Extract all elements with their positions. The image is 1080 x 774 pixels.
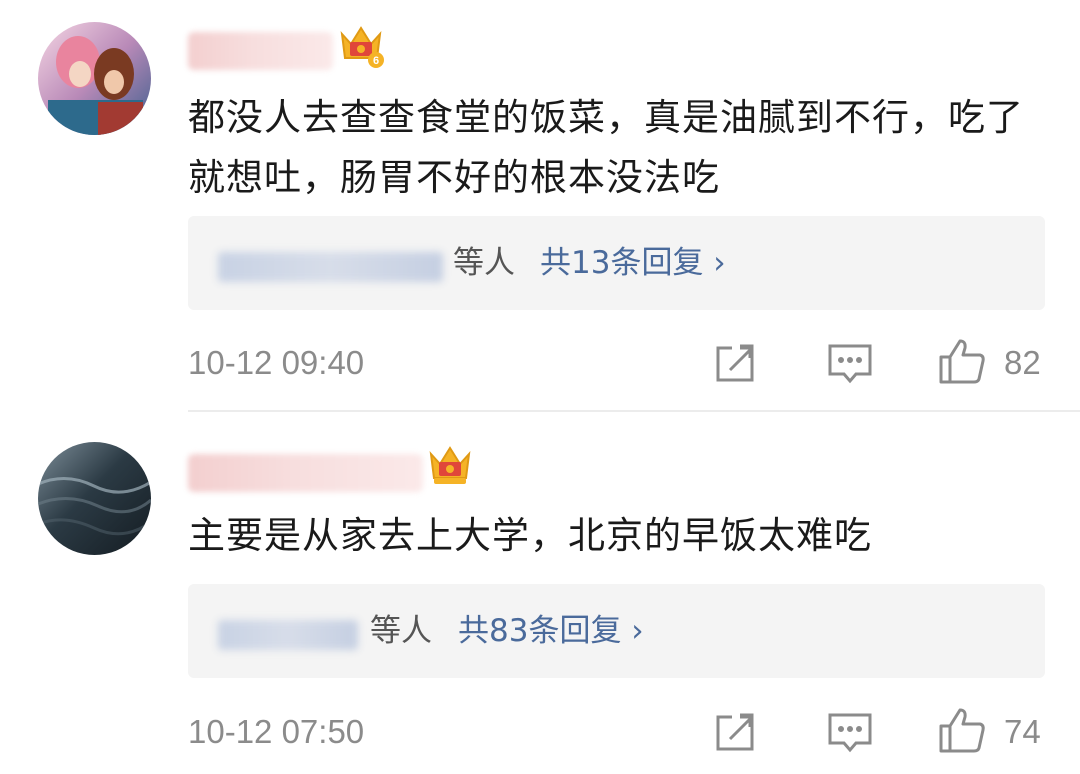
comment-text: 都没人去查查食堂的饭菜，真是油腻到不行，吃了就想吐，肠胃不好的根本没法吃 (188, 96, 1024, 199)
username-blurred[interactable] (188, 454, 423, 492)
vip-level: 6 (373, 55, 379, 67)
reply-usernames-blurred (218, 252, 443, 282)
comment-icon[interactable] (826, 340, 874, 388)
comment-text: 主要是从家去上大学，北京的早饭太难吃 (188, 514, 872, 557)
crown-icon: 6 (336, 20, 386, 70)
timestamp: 10-12 09:40 (188, 344, 365, 381)
thumbs-up-icon[interactable] (938, 706, 986, 754)
comment-icon[interactable] (826, 709, 874, 757)
reply-suffix: 等人 (453, 245, 515, 281)
reply-preview[interactable]: 等人 共13条回复 › (188, 216, 1045, 310)
thumbs-up-icon[interactable] (938, 337, 986, 385)
reply-count-link[interactable]: 共83条回复 › (458, 608, 644, 654)
comment-item: 6 都没人去查查食堂的饭菜，真是油腻到不行，吃了就想吐，肠胃不好的根本没法吃 等… (0, 0, 1080, 410)
comment-item: 主要是从家去上大学，北京的早饭太难吃 等人 共83条回复 › 10-12 07:… (0, 412, 1080, 774)
share-forward-icon[interactable] (712, 709, 760, 757)
reply-suffix: 等人 (370, 613, 432, 649)
avatar[interactable] (38, 442, 151, 555)
reply-preview[interactable]: 等人 共83条回复 › (188, 584, 1045, 678)
username-blurred[interactable] (188, 32, 333, 70)
share-forward-icon[interactable] (712, 340, 760, 388)
like-count: 74 (1004, 713, 1041, 750)
like-count: 82 (1004, 344, 1041, 381)
avatar[interactable] (38, 22, 151, 135)
crown-icon (425, 440, 475, 490)
reply-usernames-blurred (218, 620, 358, 650)
reply-count-link[interactable]: 共13条回复 › (540, 240, 726, 286)
timestamp: 10-12 07:50 (188, 713, 365, 750)
